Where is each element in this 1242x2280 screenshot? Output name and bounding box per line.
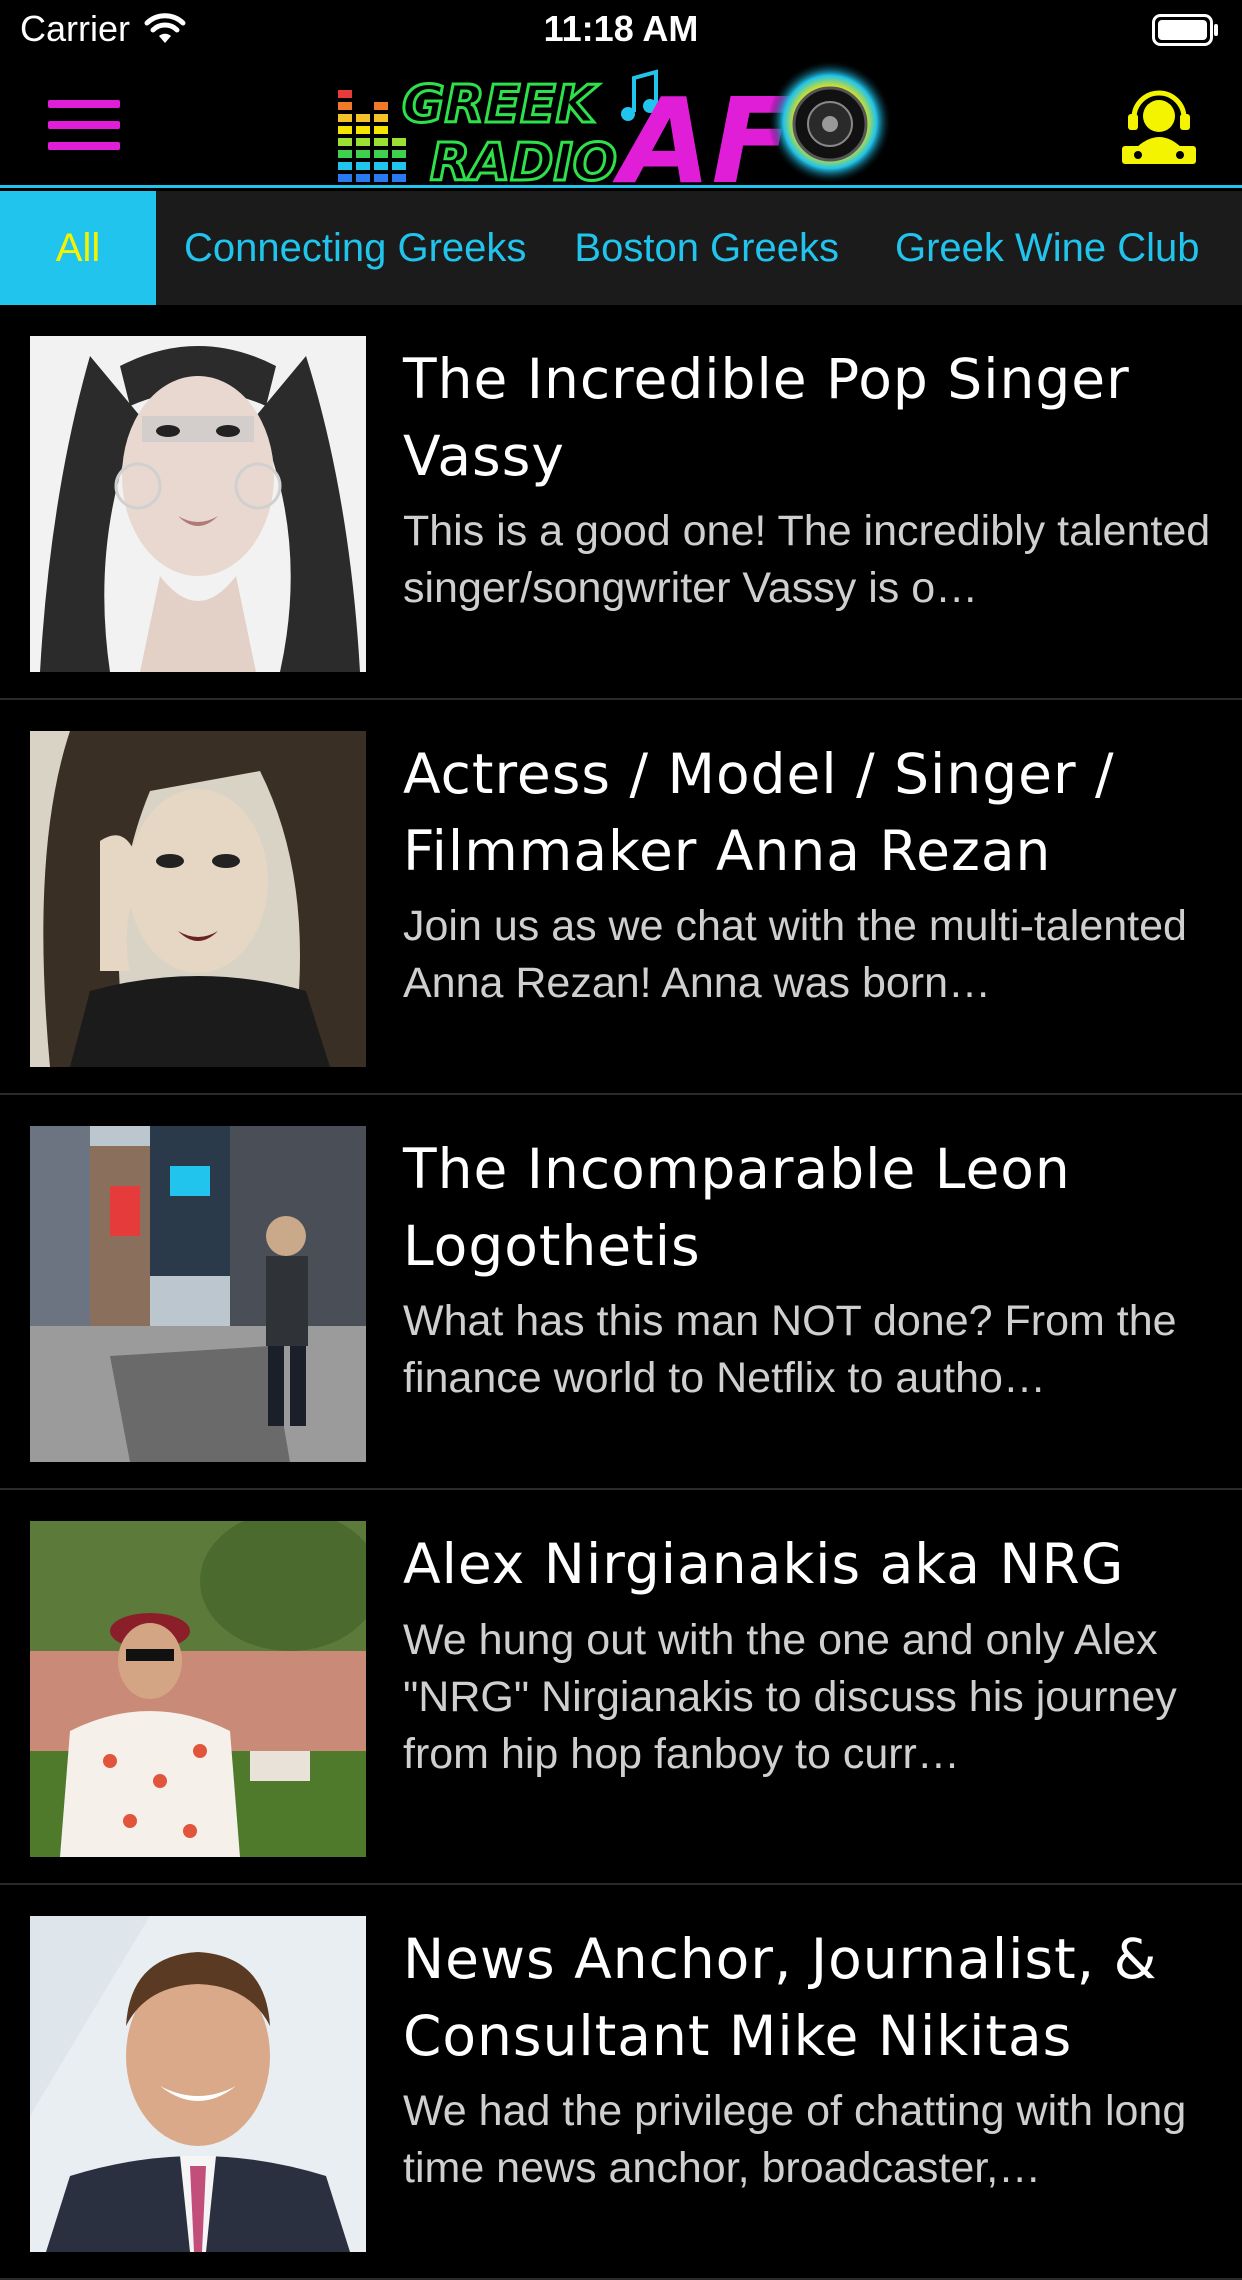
episode-thumbnail <box>30 336 366 672</box>
category-tabs: All Connecting Greeks Boston Greeks Gree… <box>0 191 1242 305</box>
episode-title: The Incredible Pop Singer Vassy <box>403 347 1130 488</box>
episode-thumbnail <box>30 1521 366 1857</box>
episode-thumbnail <box>30 731 366 1067</box>
logo-text-af: AF <box>612 72 792 186</box>
episode-thumbnail <box>30 1126 366 1462</box>
menu-button[interactable] <box>36 90 132 160</box>
logo-text-greek: GREEK <box>402 75 600 135</box>
episode-title: Actress / Model / Singer / Filmmaker Ann… <box>403 742 1115 883</box>
episode-title: Alex Nirgianakis aka NRG <box>403 1532 1125 1596</box>
episode-title: News Anchor, Journalist, & Consultant Mi… <box>403 1927 1158 2068</box>
tab-connecting-greeks[interactable]: Connecting Greeks <box>156 191 550 305</box>
battery-icon <box>1152 14 1218 46</box>
episode-title: The Incomparable Leon Logothetis <box>403 1137 1071 1278</box>
dj-headphones-icon[interactable] <box>1116 86 1202 166</box>
list-item[interactable]: Alex Nirgianakis aka NRG We hung out wit… <box>0 1490 1242 1885</box>
status-time: 11:18 AM <box>543 8 699 49</box>
episode-thumbnail <box>30 1916 366 2252</box>
logo-text-radio: RADIO <box>430 133 617 186</box>
status-bar: Carrier 11:18 AM <box>0 0 1242 60</box>
episode-description: We had the privilege of chatting with lo… <box>403 2087 1187 2192</box>
episode-description: Join us as we chat with the multi-talent… <box>403 902 1187 1007</box>
episode-description: What has this man NOT done? From the fin… <box>403 1297 1177 1402</box>
tab-all[interactable]: All <box>0 191 156 305</box>
episode-description: We hung out with the one and only Alex "… <box>403 1616 1177 1778</box>
tab-boston-greeks[interactable]: Boston Greeks <box>550 191 867 305</box>
list-item[interactable]: The Incredible Pop Singer Vassy This is … <box>0 305 1242 700</box>
episode-list: The Incredible Pop Singer Vassy This is … <box>0 305 1242 2280</box>
greek-radio-af-logo: GREEK RADIO AF <box>338 60 892 186</box>
list-item[interactable]: Actress / Model / Singer / Filmmaker Ann… <box>0 700 1242 1095</box>
list-item[interactable]: The Incomparable Leon Logothetis What ha… <box>0 1095 1242 1490</box>
episode-description: This is a good one! The incredibly talen… <box>403 507 1211 612</box>
tab-greek-wine-club[interactable]: Greek Wine Club <box>867 191 1220 305</box>
navigation-bar: GREEK RADIO AF <box>0 60 1242 188</box>
list-item[interactable]: News Anchor, Journalist, & Consultant Mi… <box>0 1885 1242 2280</box>
